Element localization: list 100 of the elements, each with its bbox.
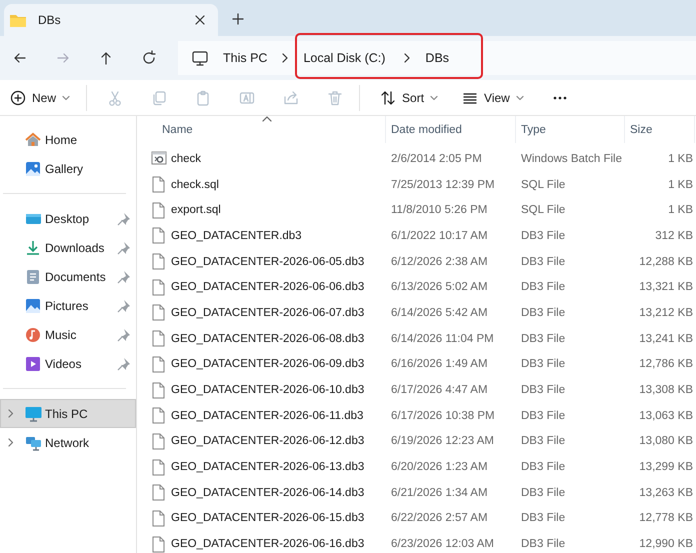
folder-icon [9,12,27,28]
type-cell-text: DB3 File [520,538,566,550]
date-cell-text: 6/14/2026 11:04 PM [390,332,495,345]
sidebar-item[interactable]: Pictures [0,291,136,320]
pin-icon[interactable] [117,240,131,254]
type-cell-text: DB3 File [520,461,566,474]
sidebar-item[interactable]: Videos [0,349,136,378]
date-cell-text: 6/23/2026 12:03 AM [390,538,495,550]
gallery-icon [25,160,42,176]
file-icon [151,176,167,194]
sidebar-item[interactable]: This PC [0,399,136,428]
type-cell-text: DB3 File [520,306,566,319]
size-cell-text: 13,321 KB [638,281,693,294]
file-icon [151,304,167,322]
view-button[interactable]: View [462,86,524,110]
file-icon [151,227,167,244]
file-icon [151,356,167,373]
file-name[interactable]: GEO_DATACENTER-2026-06-08.db3 [171,332,364,345]
picture-icon [25,298,42,314]
breadcrumb-item[interactable]: Local Disk (C:) [303,51,386,65]
file-icon [151,202,167,219]
new-button[interactable]: New [10,86,70,110]
size-cell-text: 12,990 KB [638,538,693,550]
column-header[interactable]: Name [151,116,386,143]
refresh-icon[interactable] [141,50,157,66]
file-name[interactable]: check [171,152,202,165]
date-cell-text: 6/17/2026 10:38 PM [390,410,496,422]
date-cell-text: 11/8/2010 5:26 PM [390,204,488,216]
expand-chevron-icon[interactable] [7,408,14,419]
type-cell-text: DB3 File [520,230,566,242]
file-name[interactable]: GEO_DATACENTER-2026-06-16.db3 [171,538,364,550]
breadcrumb-item[interactable]: DBs [425,51,450,65]
sidebar-item[interactable]: Home [0,125,136,154]
sidebar-item[interactable]: Network [0,428,136,457]
close-icon[interactable] [194,14,206,26]
file-icon [151,432,167,450]
pin-icon[interactable] [117,270,131,284]
date-cell-text: 6/20/2026 1:23 AM [390,461,489,474]
file-name[interactable]: GEO_DATACENTER-2026-06-11.db3 [171,410,364,422]
type-cell-text: DB3 File [520,256,566,268]
column-header[interactable]: Type [516,116,625,143]
file-name[interactable]: GEO_DATACENTER-2026-06-12.db3 [171,435,364,448]
file-icon [151,253,167,270]
home-icon [25,132,42,148]
chevron-icon [281,52,290,64]
monitor-icon [191,50,209,66]
file-name[interactable]: GEO_DATACENTER-2026-06-05.db3 [171,256,364,268]
file-icon [151,536,167,553]
file-name[interactable]: check.sql [171,178,219,191]
sidebar-item[interactable]: Music [0,320,136,349]
file-name[interactable]: GEO_DATACENTER-2026-06-07.db3 [171,306,364,319]
address-bar[interactable]: This PC Local Disk (C:) DBs [178,41,696,75]
sort-button[interactable]: Sort [380,86,438,110]
size-cell-text: 12,288 KB [638,256,693,268]
file-name[interactable]: GEO_DATACENTER-2026-06-13.db3 [171,461,364,474]
sidebar-item[interactable]: Gallery [0,154,136,183]
type-cell-text: Windows Batch File [520,152,623,165]
date-cell-text: 6/14/2026 5:42 AM [390,306,489,319]
pin-icon[interactable] [117,212,131,226]
document-icon [25,268,42,284]
breadcrumb-item[interactable]: This PC [223,51,268,65]
pin-icon[interactable] [117,328,131,342]
add-circle-icon [10,90,26,106]
sort-icon [380,90,396,106]
pin-icon[interactable] [117,298,131,312]
type-cell-text: DB3 File [520,435,566,448]
expand-chevron-icon[interactable] [7,437,14,448]
date-cell-text: 6/21/2026 1:34 AM [390,486,489,499]
file-name[interactable]: GEO_DATACENTER-2026-06-09.db3 [171,358,364,370]
video-icon [25,356,42,372]
file-name[interactable]: export.sql [171,204,221,216]
size-cell-text: 13,308 KB [638,384,693,396]
sidebar-item[interactable]: Desktop [0,204,136,233]
size-cell-text: 12,786 KB [638,358,693,370]
sidebar-item[interactable]: Documents [0,262,136,291]
caret-icon [62,94,70,100]
computer-icon [25,406,42,422]
date-cell-text: 6/22/2026 2:57 AM [390,512,489,524]
column-header[interactable]: Size [625,116,695,143]
caret-icon [430,94,438,100]
pin-icon[interactable] [117,356,131,370]
file-icon [151,407,167,424]
file-name[interactable]: GEO_DATACENTER-2026-06-15.db3 [171,512,364,524]
size-cell-text: 1 KB [667,152,693,165]
file-icon [151,510,167,527]
column-header[interactable]: Date modified [386,116,516,143]
type-cell-text: DB3 File [520,486,566,499]
file-name[interactable]: GEO_DATACENTER-2026-06-06.db3 [171,281,364,294]
file-icon [151,330,167,348]
sidebar-item[interactable]: Downloads [0,233,136,262]
music-icon [25,326,42,342]
file-name[interactable]: GEO_DATACENTER-2026-06-10.db3 [171,384,364,396]
size-cell-text: 13,241 KB [638,332,693,345]
window-tab[interactable]: DBs [4,4,218,36]
size-cell-text: 12,778 KB [638,512,693,524]
add-tab-icon[interactable] [232,13,244,25]
file-name[interactable]: GEO_DATACENTER-2026-06-14.db3 [171,486,364,499]
type-cell-text: DB3 File [520,358,566,370]
file-name[interactable]: GEO_DATACENTER.db3 [171,230,302,242]
caret-icon [516,94,524,100]
